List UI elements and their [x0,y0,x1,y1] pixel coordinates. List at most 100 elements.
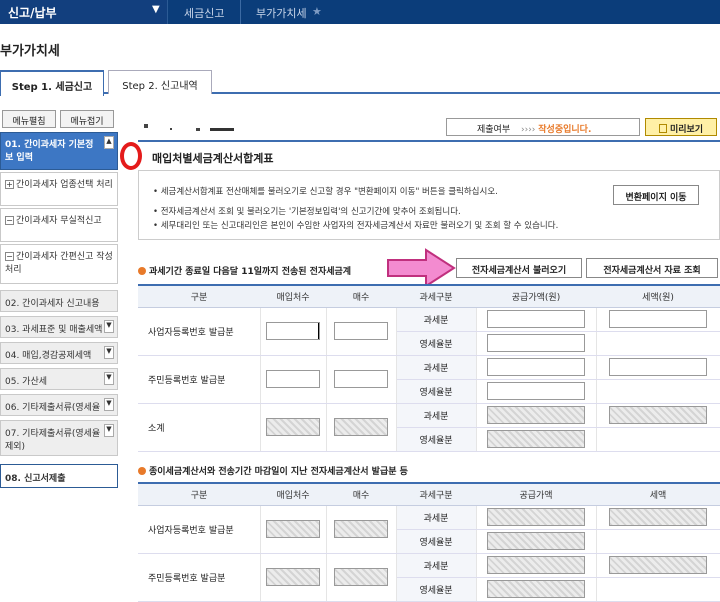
tax-kind-label: 과세분 [396,505,477,530]
invoice-count-input[interactable] [334,322,388,340]
sidebar-item-label: 간이과세자 간편신고 작성 처리 [5,252,113,275]
supply-amount-field [487,532,585,550]
menu-dropdown[interactable]: 신고/납부 ▼ [0,0,168,24]
table-header-row: 구분 매입처수 매수 과세구분 공급가액(원) 세액(원) [138,284,720,308]
preview-button[interactable]: 미리보기 [645,118,717,136]
sidebar-item-label: 05. 가산세 [5,377,48,387]
column-header: 매수 [326,284,396,308]
step-tabs: Step 1. 세금신고 Step 2. 신고내역 [0,70,720,96]
sidebar-item-report-content[interactable]: 02. 간이과세자 신고내용 [0,290,118,312]
collapse-menu-button[interactable]: 메뉴접기 [60,110,114,128]
supply-amount-input[interactable] [487,310,585,328]
sidebar-item-other-docs[interactable]: 07. 기타제출서류(영세율 제외) ▼ [0,420,118,456]
column-header: 구분 [138,482,260,506]
chevron-down-icon[interactable]: ▼ [104,424,114,437]
tax-amount-subtotal [609,406,707,424]
sidebar-subitem-business-type[interactable]: + 간이과세자 업종선택 처리 [0,172,118,206]
supply-amount-subtotal [487,430,585,448]
etax-invoice-inquiry-button[interactable]: 전자세금계산서 자료 조회 [586,258,718,278]
supply-amount-input[interactable] [487,358,585,376]
load-etax-invoice-button[interactable]: 전자세금계산서 불러오기 [456,258,582,278]
info-line: • 세무대리인 또는 신고대리인은 본인이 수임한 사업자의 전자세금계산서 자… [153,221,559,231]
column-header: 구분 [138,284,260,308]
status-label: 제출여부 [477,125,511,135]
sidebar-item-other-docs-zero[interactable]: 06. 기타제출서류(영세율 ▼ [0,394,118,416]
supply-amount-field [487,580,585,598]
breadcrumb-tax-report[interactable]: 세금신고 [184,5,224,21]
bullet-icon [138,467,146,475]
tax-kind-label: 과세분 [396,553,477,578]
purchase-summary-table: 구분 매입처수 매수 과세구분 공급가액(원) 세액(원) 사업자등록번호 발급… [138,284,720,452]
chevron-up-icon[interactable]: ▲ [104,136,114,149]
column-header: 공급가액(원) [476,284,596,308]
tax-kind-label: 영세율분 [396,331,477,356]
page-title: 부가가치세 [0,44,60,59]
supply-amount-input[interactable] [487,334,585,352]
supplier-count-input[interactable] [266,322,320,340]
sidebar-item-tax-base[interactable]: 03. 과세표준 및 매출세액 ▼ [0,316,118,338]
sidebar-item-basic-info[interactable]: 01. 간이과세자 기본정보 입력 ▲ [0,132,118,170]
tax-amount-input[interactable] [609,358,707,376]
column-header: 매수 [326,482,396,506]
sidebar-item-label: 03. 과세표준 및 매출세액 [5,325,103,335]
tax-amount-field [609,508,707,526]
chevron-down-icon[interactable]: ▼ [104,346,114,359]
chevron-down-icon[interactable]: ▼ [104,372,114,385]
sidebar-item-label: 간이과세자 업종선택 처리 [16,180,113,190]
sidebar-item-label: 02. 간이과세자 신고내용 [5,299,100,309]
column-header: 매입처수 [260,284,326,308]
tax-kind-label: 영세율분 [396,577,477,602]
invoice-count-input[interactable] [334,370,388,388]
tax-kind-label: 영세율분 [396,379,477,404]
info-box: • 세금계산서합계표 전산매체를 불러오기로 신고할 경우 "변환페이지 이동"… [138,170,720,240]
star-icon[interactable]: ★ [312,5,322,18]
row-label: 사업자등록번호 발급분 [138,505,261,554]
column-header: 과세구분 [396,482,476,506]
supplier-count-input[interactable] [266,370,320,388]
section-title-esales: 과세기간 종료일 다음달 11일까지 전송된 전자세금계 [138,264,351,277]
invoice-count-subtotal [334,418,388,436]
tab-step2[interactable]: Step 2. 신고내역 [108,70,212,94]
supply-amount-field [487,508,585,526]
supply-amount-input[interactable] [487,382,585,400]
status-arrows: ›››› [521,125,539,135]
info-line: • 전자세금계산서 조회 및 불러오기는 '기본정보입력'의 신고기간에 맞추어… [153,207,461,217]
tax-amount-input[interactable] [609,310,707,328]
sidebar-item-submit[interactable]: 08. 신고서제출 [0,464,118,488]
sidebar-subitem-simple-report[interactable]: − 간이과세자 간편신고 작성 처리 [0,244,118,284]
sidebar-item-label: 07. 기타제출서류(영세율 제외) [5,429,101,452]
breadcrumb-separator [240,0,241,24]
invoice-count-field [334,520,388,538]
tax-amount-field [609,556,707,574]
convert-page-button[interactable]: 변환페이지 이동 [613,185,699,205]
tax-kind-label: 영세율분 [396,529,477,554]
sidebar-item-label: 08. 신고서제출 [5,474,66,484]
tab-step1[interactable]: Step 1. 세금신고 [0,70,104,96]
invoice-count-field [334,568,388,586]
minus-icon: − [5,252,14,261]
section-title-text: 매입처별세금계산서합계표 [152,152,274,165]
table-row: 사업자등록번호 발급분 과세분 [138,307,720,356]
chevron-down-icon[interactable]: ▼ [104,398,114,411]
redacted-mark [170,128,172,130]
breadcrumb-vat[interactable]: 부가가치세 [256,5,307,21]
status-value: 작성중입니다. [538,125,592,135]
menu-label: 신고/납부 [8,6,57,20]
tax-kind-label: 과세분 [396,307,477,332]
sidebar-item-penalty[interactable]: 05. 가산세 ▼ [0,368,118,390]
sidebar-subitem-no-record[interactable]: − 간이과세자 무실적신고 [0,208,118,242]
red-circle-annotation [120,142,142,170]
table-row: 주민등록번호 발급분 과세분 [138,553,720,602]
sidebar-item-deduction[interactable]: 04. 매입,경감공제세액 ▼ [0,342,118,364]
chevron-down-icon: ▼ [152,4,160,15]
supply-amount-field [487,556,585,574]
column-header: 매입처수 [260,482,326,506]
expand-menu-button[interactable]: 메뉴펼침 [2,110,56,128]
table-row: 주민등록번호 발급분 과세분 [138,355,720,404]
bullet-icon [138,267,146,275]
column-header: 공급가액 [476,482,596,506]
tax-kind-label: 영세율분 [396,427,477,452]
redacted-mark [210,128,234,131]
chevron-down-icon[interactable]: ▼ [104,320,114,333]
tax-kind-label: 과세분 [396,403,477,428]
